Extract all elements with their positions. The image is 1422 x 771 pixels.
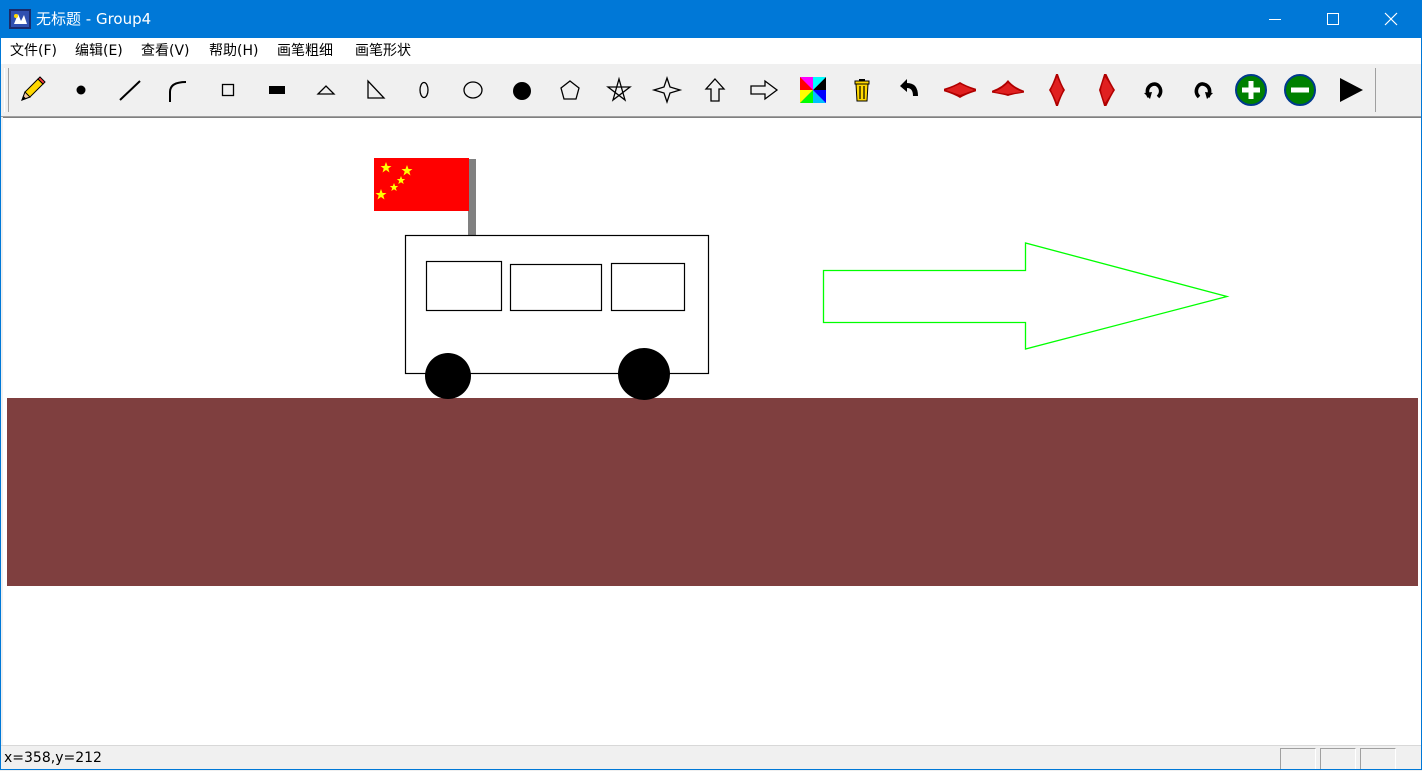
tool-right-triangle[interactable] [352,67,398,113]
tool-flatten-horizontal[interactable] [1034,67,1080,113]
pencil-icon [21,76,46,101]
menu-bar: 文件(F) 编辑(E) 查看(V) 帮助(H) 画笔粗细 画笔形状 [0,38,1422,64]
cursor-coordinates: x=358,y=212 [4,750,102,766]
rectangle-icon [221,83,235,97]
window-title: 无标题 - Group4 [36,10,152,28]
flatten-horizontal-icon [1049,74,1065,106]
zoom-in-icon [1235,74,1267,106]
menu-view[interactable]: 查看(V) [141,42,190,60]
tool-small-ellipse[interactable] [401,67,447,113]
close-button[interactable] [1362,0,1420,38]
flatten-vertical-alt-icon [992,80,1024,96]
right-triangle-icon [367,79,386,99]
tool-four-point-star[interactable] [644,67,690,113]
tool-rectangle[interactable] [205,67,251,113]
tool-ellipse[interactable] [450,67,496,113]
bus-wheel [618,348,670,400]
tool-clear[interactable] [839,67,885,113]
maximize-icon [1327,13,1339,25]
tool-dot[interactable] [58,67,104,113]
dot-icon [76,85,86,95]
line-icon [119,80,141,101]
pentagon-icon [560,80,580,100]
tool-play[interactable] [1327,67,1373,113]
close-icon [1384,12,1398,26]
rotate-left-icon [1144,82,1163,99]
right-arrow-icon [750,79,779,101]
green-arrow [822,242,1230,350]
undo-icon [900,79,918,96]
status-pane [1280,748,1316,770]
menu-pen-width[interactable]: 画笔粗细 [277,42,333,60]
status-pane [1360,748,1396,770]
ground-rectangle [7,398,1418,586]
tool-flatten-vertical-alt[interactable] [985,67,1031,113]
four-point-star-icon [651,75,683,105]
trash-icon [854,79,870,102]
drawing-canvas[interactable] [3,117,1421,745]
tool-flatten-vertical[interactable] [937,67,983,113]
tool-undo[interactable] [887,67,933,113]
tool-zoom-in[interactable] [1228,67,1274,113]
zoom-out-icon [1284,74,1316,106]
tool-color-palette[interactable] [790,67,836,113]
tool-zoom-out[interactable] [1277,67,1323,113]
tool-rotate-right[interactable] [1180,67,1226,113]
rotate-right-icon [1194,82,1213,99]
small-ellipse-icon [419,81,429,99]
pentagram-icon [606,76,632,102]
filled-rectangle-icon [269,86,285,94]
menu-edit[interactable]: 编辑(E) [75,42,123,60]
flag-pole [468,159,476,235]
filled-circle-icon [513,82,531,100]
triangle-icon [316,85,336,95]
tool-line[interactable] [107,67,153,113]
color-palette-icon [800,77,826,103]
toolbar [0,64,1422,117]
minimize-button[interactable] [1246,0,1304,38]
toolbar-end-divider [1375,68,1376,112]
menu-pen-shape[interactable]: 画笔形状 [355,42,411,60]
tool-filled-circle[interactable] [499,67,545,113]
maximize-button[interactable] [1304,0,1362,38]
bus-wheel [425,353,471,399]
menu-file[interactable]: 文件(F) [10,42,57,60]
tool-pentagram[interactable] [596,67,642,113]
tool-filled-rectangle[interactable] [254,67,300,113]
flag [374,158,469,211]
tool-up-arrow[interactable] [692,67,738,113]
tool-right-arrow[interactable] [741,67,787,113]
arc-icon [169,81,187,102]
minimize-icon [1269,19,1281,20]
tool-rotate-left[interactable] [1131,67,1177,113]
flatten-horizontal-alt-icon [1099,74,1115,106]
tool-pentagon[interactable] [547,67,593,113]
tool-flatten-horizontal-alt[interactable] [1082,67,1128,113]
tool-arc[interactable] [155,67,201,113]
up-arrow-icon [704,78,726,102]
tool-pencil[interactable] [9,67,55,113]
title-bar: 无标题 - Group4 [0,0,1422,38]
app-icon[interactable] [9,9,31,29]
menu-help[interactable]: 帮助(H) [209,42,258,60]
status-pane [1320,748,1356,770]
flatten-vertical-icon [944,82,976,98]
tool-triangle[interactable] [303,67,349,113]
bus-body [404,234,710,375]
play-icon [1340,78,1363,102]
status-bar: x=358,y=212 [0,745,1422,771]
ellipse-icon [463,81,483,99]
